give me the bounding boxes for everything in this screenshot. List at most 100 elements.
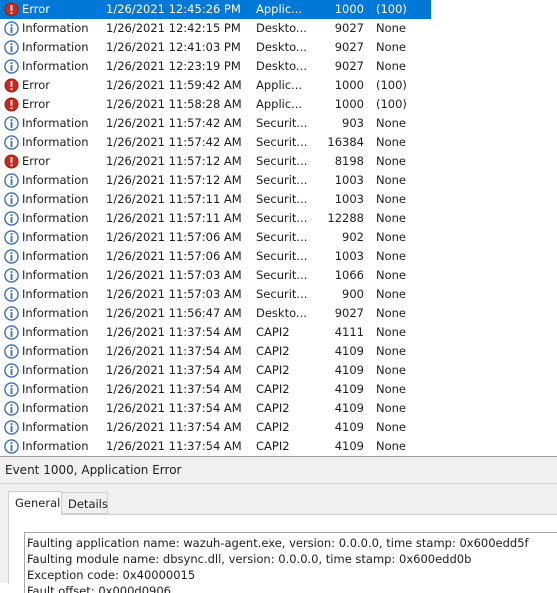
event-row[interactable]: Information 1/26/2021 11:57:11 AM Securit.… xyxy=(0,190,557,209)
info-icon xyxy=(4,363,19,378)
event-row[interactable]: Information 1/26/2021 11:37:54 AM CAPI2 410… xyxy=(0,437,557,456)
info-icon xyxy=(4,40,19,55)
event-task-category: None xyxy=(376,21,407,35)
event-task-category: None xyxy=(376,192,407,206)
event-date: 1/26/2021 11:37:54 AM xyxy=(106,420,242,434)
event-task-category: (100) xyxy=(376,2,407,16)
event-source: Securit... xyxy=(256,135,308,149)
event-row[interactable]: Information 1/26/2021 11:57:11 AM Securit.… xyxy=(0,209,557,228)
event-id: 1000 xyxy=(334,78,364,92)
event-row[interactable]: Information 1/26/2021 11:57:06 AM Securit.… xyxy=(0,247,557,266)
info-icon xyxy=(4,230,19,245)
event-source: CAPI2 xyxy=(256,363,290,377)
description-line: Fault offset: 0x000d0906 xyxy=(27,584,171,593)
event-row[interactable]: Information 1/26/2021 11:57:03 AM Securit.… xyxy=(0,285,557,304)
error-icon xyxy=(4,2,19,17)
event-level: Information xyxy=(22,173,89,187)
event-row[interactable]: Information 1/26/2021 11:37:54 AM CAPI2 410… xyxy=(0,418,557,437)
event-source: Deskto... xyxy=(256,40,307,54)
event-date: 1/26/2021 11:57:42 AM xyxy=(106,135,242,149)
event-date: 1/26/2021 12:23:19 PM xyxy=(106,59,241,73)
event-list[interactable]: Error 1/26/2021 12:45:26 PM Applic... 1000 (… xyxy=(0,0,557,456)
event-level: Information xyxy=(22,344,89,358)
event-id: 1003 xyxy=(334,192,364,206)
tab-details[interactable]: Details xyxy=(62,492,108,514)
event-row[interactable]: Information 1/26/2021 12:42:15 PM Deskto..… xyxy=(0,19,557,38)
event-level: Information xyxy=(22,306,89,320)
event-task-category: None xyxy=(376,116,407,130)
event-id: 1000 xyxy=(334,97,364,111)
info-icon xyxy=(4,382,19,397)
tab-general[interactable]: General xyxy=(8,491,62,515)
event-row[interactable]: Information 1/26/2021 11:37:54 AM CAPI2 411… xyxy=(0,323,557,342)
error-icon xyxy=(4,97,19,112)
event-level: Information xyxy=(22,211,89,225)
event-row[interactable]: Information 1/26/2021 12:41:03 PM Deskto..… xyxy=(0,38,557,57)
info-icon xyxy=(4,59,19,74)
event-task-category: None xyxy=(376,439,407,453)
event-id: 4109 xyxy=(334,439,364,453)
event-id: 4109 xyxy=(334,420,364,434)
event-source: Securit... xyxy=(256,192,308,206)
event-row[interactable]: Information 1/26/2021 11:37:54 AM CAPI2 410… xyxy=(0,342,557,361)
event-id: 9027 xyxy=(334,59,364,73)
event-level: Information xyxy=(22,249,89,263)
info-icon xyxy=(4,116,19,131)
info-icon xyxy=(4,173,19,188)
event-row[interactable]: Information 1/26/2021 11:57:06 AM Securit.… xyxy=(0,228,557,247)
event-level: Information xyxy=(22,382,89,396)
info-icon xyxy=(4,325,19,340)
event-id: 16384 xyxy=(327,135,364,149)
event-row[interactable]: Information 1/26/2021 11:57:03 AM Securit.… xyxy=(0,266,557,285)
event-source: Securit... xyxy=(256,116,308,130)
event-task-category: None xyxy=(376,230,407,244)
event-date: 1/26/2021 11:57:06 AM xyxy=(106,230,242,244)
event-source: CAPI2 xyxy=(256,325,290,339)
event-date: 1/26/2021 11:57:12 AM xyxy=(106,173,242,187)
info-icon xyxy=(4,268,19,283)
event-task-category: None xyxy=(376,249,407,263)
event-level: Information xyxy=(22,401,89,415)
event-row[interactable]: Information 1/26/2021 11:57:12 AM Securit.… xyxy=(0,171,557,190)
event-level: Information xyxy=(22,439,89,453)
event-task-category: None xyxy=(376,154,407,168)
event-date: 1/26/2021 11:57:03 AM xyxy=(106,268,242,282)
event-level: Information xyxy=(22,135,89,149)
event-row[interactable]: Error 1/26/2021 12:45:26 PM Applic... 1000 (… xyxy=(0,0,557,19)
event-task-category: None xyxy=(376,401,407,415)
event-source: Securit... xyxy=(256,211,308,225)
event-row[interactable]: Information 1/26/2021 11:57:42 AM Securit.… xyxy=(0,114,557,133)
event-row[interactable]: Information 1/26/2021 11:37:54 AM CAPI2 410… xyxy=(0,361,557,380)
event-id: 9027 xyxy=(334,21,364,35)
event-row[interactable]: Information 1/26/2021 11:57:42 AM Securit.… xyxy=(0,133,557,152)
event-task-category: None xyxy=(376,306,407,320)
event-level: Information xyxy=(22,40,89,54)
event-task-category: None xyxy=(376,344,407,358)
event-date: 1/26/2021 11:57:11 AM xyxy=(106,211,242,225)
event-source: Applic... xyxy=(256,78,303,92)
event-date: 1/26/2021 11:37:54 AM xyxy=(106,439,242,453)
event-row[interactable]: Error 1/26/2021 11:58:28 AM Applic... 1000 (… xyxy=(0,95,557,114)
event-description-box[interactable]: Faulting application name: wazuh-agent.e… xyxy=(24,532,557,593)
info-icon xyxy=(4,401,19,416)
event-row[interactable]: Information 1/26/2021 11:37:54 AM CAPI2 410… xyxy=(0,380,557,399)
event-row[interactable]: Information 1/26/2021 11:56:47 AM Deskto..… xyxy=(0,304,557,323)
info-icon xyxy=(4,439,19,454)
event-level: Information xyxy=(22,325,89,339)
event-id: 4109 xyxy=(334,401,364,415)
event-date: 1/26/2021 11:37:54 AM xyxy=(106,382,242,396)
description-line: Faulting module name: dbsync.dll, versio… xyxy=(27,552,472,566)
tab-panel-general: Faulting application name: wazuh-agent.e… xyxy=(8,514,557,593)
event-id: 4111 xyxy=(334,325,364,339)
event-row[interactable]: Error 1/26/2021 11:57:12 AM Securit... 8198… xyxy=(0,152,557,171)
event-date: 1/26/2021 11:59:42 AM xyxy=(106,78,242,92)
event-task-category: None xyxy=(376,173,407,187)
event-row[interactable]: Information 1/26/2021 12:23:19 PM Deskto..… xyxy=(0,57,557,76)
event-row[interactable]: Information 1/26/2021 11:37:54 AM CAPI2 410… xyxy=(0,399,557,418)
event-date: 1/26/2021 12:41:03 PM xyxy=(106,40,241,54)
event-date: 1/26/2021 12:42:15 PM xyxy=(106,21,241,35)
event-id: 9027 xyxy=(334,40,364,54)
event-row[interactable]: Error 1/26/2021 11:59:42 AM Applic... 1000 (… xyxy=(0,76,557,95)
event-task-category: None xyxy=(376,325,407,339)
event-date: 1/26/2021 11:58:28 AM xyxy=(106,97,242,111)
